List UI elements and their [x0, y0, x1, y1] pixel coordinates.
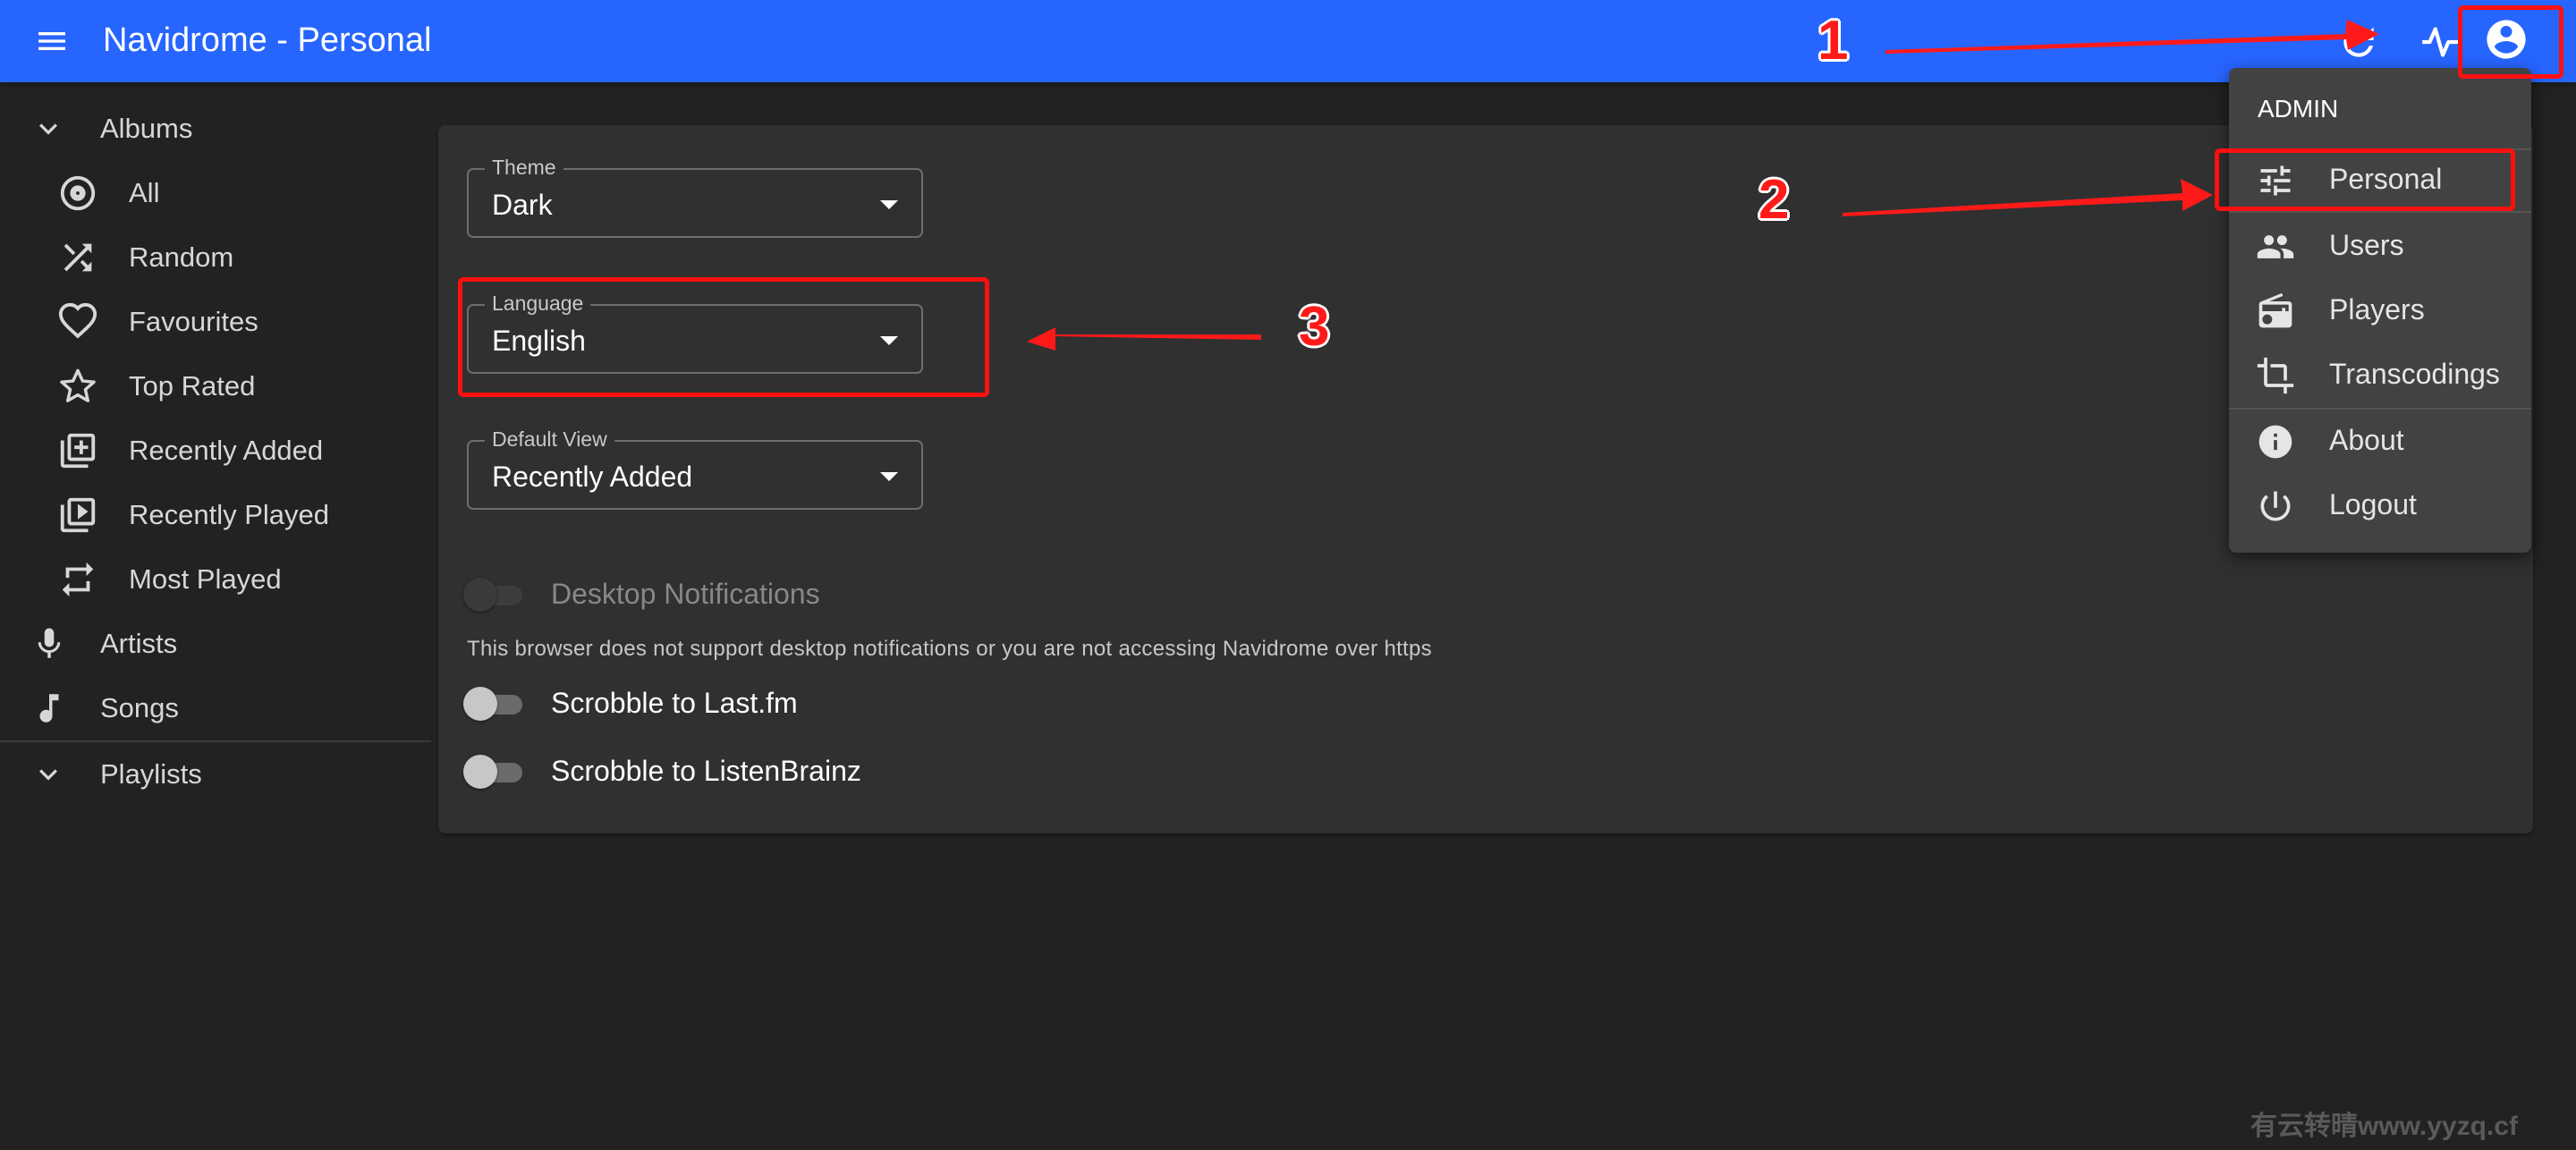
sidebar-item-most-played[interactable]: Most Played [57, 547, 282, 612]
menu-item-label: Users [2329, 229, 2404, 261]
watermark-text: 有云转晴www.yyzq.cf [2250, 1112, 2518, 1141]
default-view-value: Recently Added [492, 461, 693, 493]
sidebar-section-playlists[interactable]: Playlists [30, 742, 202, 807]
scrobble-lastfm-toggle[interactable] [460, 683, 530, 723]
annotation-box-account [2458, 5, 2563, 79]
sidebar-item-random[interactable]: Random [57, 225, 233, 290]
sidebar-item-label: Random [129, 241, 234, 273]
desktop-notifications-setting: Desktop Notifications [460, 567, 820, 621]
sidebar: Albums All Random Favourites Top Rated R… [0, 82, 431, 798]
sidebar-item-songs[interactable]: Songs [30, 676, 179, 740]
hamburger-menu-icon[interactable] [32, 23, 72, 59]
desktop-notifications-toggle[interactable] [460, 574, 530, 613]
desktop-notifications-label: Desktop Notifications [551, 577, 820, 610]
menu-divider [2229, 211, 2531, 213]
page-title: Navidrome - Personal [103, 21, 432, 59]
theme-value: Dark [492, 189, 553, 221]
sidebar-item-label: Recently Added [129, 435, 324, 466]
annotation-step-2: 2 [1758, 169, 1790, 231]
dropdown-arrow-icon [880, 200, 898, 209]
sidebar-item-recently-added[interactable]: Recently Added [57, 419, 323, 483]
sidebar-item-top-rated[interactable]: Top Rated [57, 354, 255, 419]
scrobble-listenbrainz-label: Scrobble to ListenBrainz [551, 754, 861, 787]
info-icon [2258, 425, 2292, 459]
menu-item-label: About [2329, 424, 2404, 456]
sidebar-section-label: Albums [100, 113, 193, 144]
sidebar-item-label: Favourites [129, 306, 258, 337]
sidebar-item-artists[interactable]: Artists [30, 612, 177, 676]
sidebar-item-label: Songs [100, 692, 179, 723]
refresh-icon[interactable] [2336, 20, 2381, 64]
crop-icon [2257, 357, 2294, 394]
sidebar-item-label: Artists [100, 628, 178, 659]
sidebar-item-label: All [129, 177, 160, 208]
scrobble-listenbrainz-toggle[interactable] [460, 751, 530, 791]
menu-item-label: Transcodings [2329, 358, 2500, 390]
power-icon [2260, 491, 2291, 521]
star-icon [60, 368, 96, 402]
menu-item-label: Players [2329, 293, 2425, 326]
annotation-box-personal [2215, 148, 2515, 211]
microphone-icon [38, 628, 61, 658]
sidebar-item-all[interactable]: All [57, 161, 159, 225]
annotation-step-3: 3 [1299, 296, 1330, 358]
activity-icon[interactable] [2419, 20, 2463, 64]
repeat-icon [62, 562, 94, 597]
sidebar-item-label: Top Rated [129, 370, 256, 402]
menu-item-transcodings[interactable]: Transcodings [2229, 343, 2531, 408]
shuffle-icon [64, 243, 92, 272]
user-menu: ADMIN Personal Users Players Transcoding… [2229, 68, 2531, 553]
scrobble-lastfm-setting: Scrobble to Last.fm [460, 676, 798, 730]
theme-select[interactable]: Theme Dark [467, 156, 923, 238]
video-library-icon [60, 497, 96, 533]
menu-item-users[interactable]: Users [2229, 215, 2531, 279]
sidebar-item-label: Most Played [129, 563, 282, 595]
music-note-icon [39, 694, 59, 723]
notifications-helper-text: This browser does not support desktop no… [467, 637, 1432, 661]
chevron-down-icon [39, 769, 57, 781]
menu-item-label: Logout [2329, 488, 2417, 520]
sidebar-item-favourites[interactable]: Favourites [57, 290, 258, 354]
menu-username: ADMIN [2258, 95, 2339, 123]
chevron-down-icon [39, 123, 57, 135]
menu-item-players[interactable]: Players [2229, 279, 2531, 343]
sidebar-item-recently-played[interactable]: Recently Played [57, 483, 329, 547]
sidebar-section-label: Playlists [100, 758, 202, 790]
theme-label: Theme [485, 156, 564, 179]
sidebar-item-label: Recently Played [129, 499, 330, 530]
scrobble-lastfm-label: Scrobble to Last.fm [551, 686, 798, 719]
people-icon [2257, 235, 2294, 258]
default-view-label: Default View [485, 427, 614, 451]
app-bar: Navidrome - Personal [0, 0, 2576, 82]
default-view-select[interactable]: Default View Recently Added [467, 427, 923, 510]
menu-item-logout[interactable]: Logout [2229, 474, 2531, 538]
menu-item-about[interactable]: About [2229, 410, 2531, 474]
dropdown-arrow-icon [880, 472, 898, 481]
disc-icon [60, 175, 96, 211]
annotation-step-1: 1 [1818, 10, 1849, 72]
annotation-box-language [458, 277, 989, 397]
library-add-icon [60, 433, 96, 469]
radio-icon [2258, 292, 2292, 328]
heart-icon [58, 302, 97, 339]
sidebar-section-albums[interactable]: Albums [30, 97, 192, 161]
scrobble-listenbrainz-setting: Scrobble to ListenBrainz [460, 744, 861, 798]
